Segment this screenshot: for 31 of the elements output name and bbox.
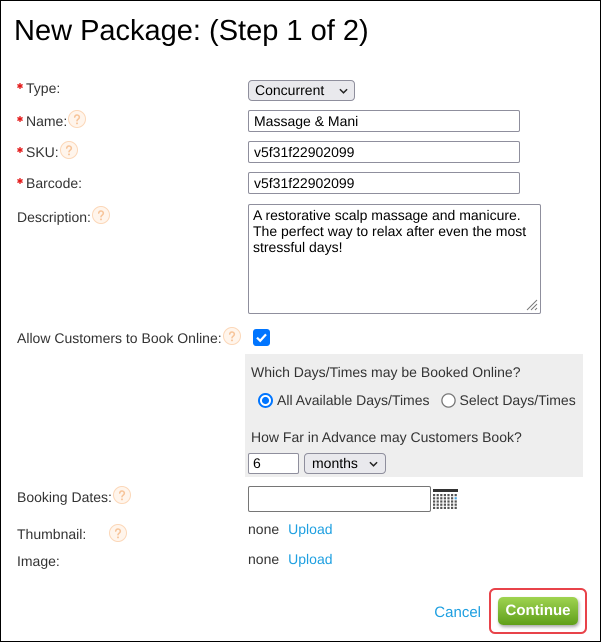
resize-grip-icon[interactable] [526, 299, 538, 311]
chevron-icon [339, 88, 348, 94]
field-label: Image: [17, 553, 60, 569]
field-label: Booking Dates: [17, 488, 112, 504]
advance-question: How Far in Advance may Customers Book? [251, 429, 522, 446]
upload-status: none [248, 521, 280, 537]
text-input[interactable]: v5f31f22902099 [248, 141, 520, 163]
field-label: Name: [26, 113, 68, 129]
page-title: New Package: (Step 1 of 2) [14, 14, 369, 49]
checkbox[interactable] [253, 329, 270, 346]
text-input[interactable]: v5f31f22902099 [248, 172, 520, 194]
type-select[interactable]: Concurrent [248, 80, 355, 101]
field-label: SKU: [26, 144, 59, 160]
description-textarea[interactable]: A restorative scalp massage and manicure. The perfect way to relax after even the most stressful days! [248, 204, 541, 314]
field-label: Barcode: [26, 175, 82, 191]
field-label: Description: [17, 209, 91, 225]
field-label: Type: [26, 80, 60, 96]
text-input[interactable]: Massage & Mani [248, 110, 520, 132]
calendar-icon[interactable] [433, 489, 458, 509]
upload-status: none [248, 551, 280, 567]
date-input[interactable] [248, 486, 431, 512]
booking-question: Which Days/Times may be Booked Online? [251, 364, 520, 381]
radio-label[interactable]: All Available Days/Times [277, 392, 430, 409]
radio-button[interactable] [440, 393, 456, 408]
advance-input[interactable]: 6 [248, 453, 299, 474]
field-label: Allow Customers to Book Online: [17, 330, 222, 346]
chevron-icon [369, 460, 378, 466]
unit-select[interactable]: months [304, 453, 386, 474]
radio-button[interactable] [258, 393, 273, 408]
radio-label[interactable]: Select Days/Times [460, 392, 576, 409]
field-label: Thumbnail: [17, 526, 86, 542]
